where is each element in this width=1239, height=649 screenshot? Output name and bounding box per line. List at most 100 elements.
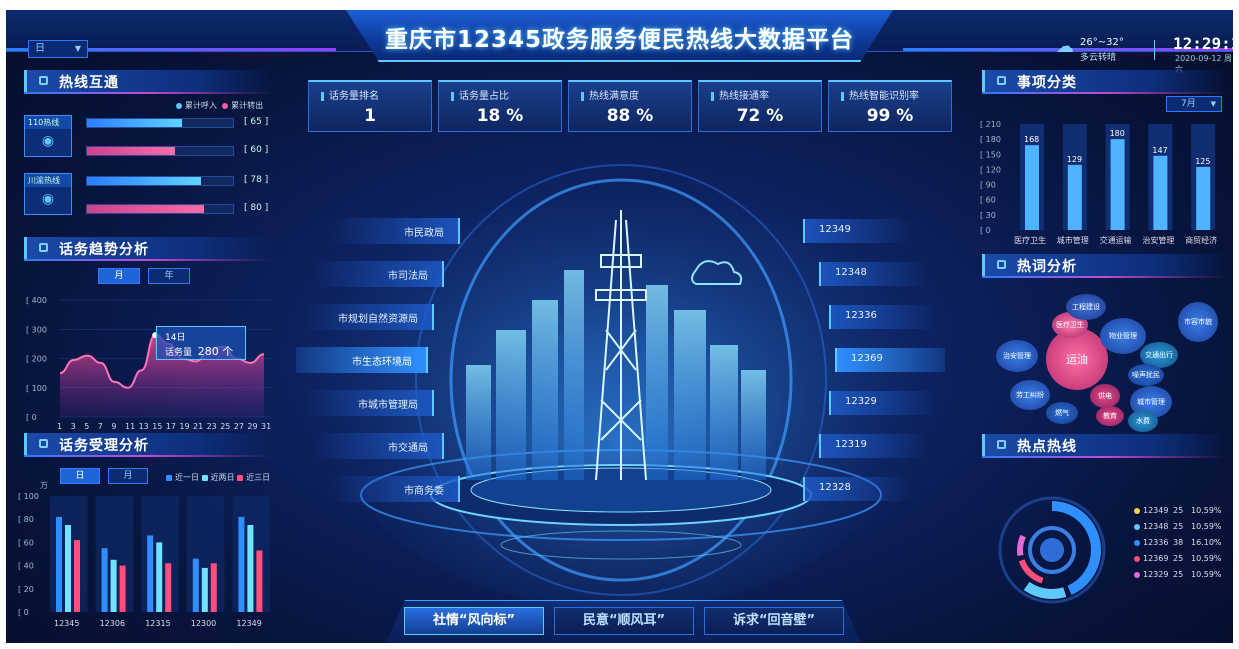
y-tick-label: [ 90 <box>980 181 996 190</box>
tab-social-trend[interactable]: 社情“风向标” <box>404 607 544 635</box>
bar <box>256 550 263 612</box>
tooltip-day: 14日 <box>165 333 186 343</box>
hotline-code-item[interactable]: 12348 <box>819 262 929 286</box>
bar <box>156 542 163 612</box>
x-tick-label: 29 <box>247 422 257 431</box>
bar <box>165 563 172 612</box>
hot-word[interactable]: 物业管理 <box>1100 318 1146 354</box>
list-item[interactable]: 12369 25 10.59% <box>1134 554 1229 570</box>
tab-month[interactable]: 月 <box>108 468 148 484</box>
cloud-sun-icon: ☁ <box>1056 36 1074 57</box>
kpi-label: 话务量排名 <box>309 82 431 102</box>
hot-word[interactable]: 噪声扰民 <box>1128 364 1164 386</box>
section-hot-lines: 热点热线 <box>982 434 1227 456</box>
hotline-code-item[interactable]: 12328 <box>803 477 913 501</box>
dept-item[interactable]: 市规划自然资源局 <box>302 304 434 330</box>
legend-dot-icon <box>1134 571 1140 578</box>
tab-year[interactable]: 年 <box>148 268 190 284</box>
kpi-card[interactable]: 话务量占比 18 % <box>438 80 562 132</box>
hotline-code-item[interactable]: 12329 <box>829 391 939 415</box>
x-tick-label: 15 <box>152 422 162 431</box>
kpi-card[interactable]: 热线接通率 72 % <box>698 80 822 132</box>
bar <box>247 525 254 612</box>
word-cloud: 运油 医疗卫生 物业管理 工程建设 治安管理 交通出行 劳工纠纷 城市管理 市容… <box>982 282 1227 432</box>
section-underline <box>24 92 274 94</box>
legend-item: 近两日 <box>210 473 235 482</box>
hot-line-count: 25 <box>1173 570 1184 579</box>
kpi-value: 1 <box>364 106 376 126</box>
legend-dot-icon <box>166 474 172 481</box>
tab-day[interactable]: 日 <box>60 468 100 484</box>
bar-fill <box>87 177 201 185</box>
hot-word[interactable]: 劳工纠纷 <box>1010 380 1050 410</box>
globe-icon: ◉ <box>41 191 55 207</box>
line-card-chuanyu[interactable]: 川渝热线 ◉ <box>24 173 72 215</box>
list-item[interactable]: 12329 25 10.59% <box>1134 570 1229 586</box>
dept-item[interactable]: 市交通局 <box>312 433 444 459</box>
x-tick-label: 12349 <box>236 619 261 628</box>
hot-word[interactable]: 燃气 <box>1046 402 1078 424</box>
bar <box>192 558 199 612</box>
x-tick-label: 12345 <box>54 619 79 628</box>
bar <box>238 516 245 612</box>
x-tick-label: 25 <box>220 422 230 431</box>
x-tick-label: 21 <box>193 422 203 431</box>
kpi-card[interactable]: 热线满意度 88 % <box>568 80 692 132</box>
hot-word[interactable]: 市容市貌 <box>1178 302 1218 342</box>
day-select-value: 日 <box>35 43 45 54</box>
data-label: 180 <box>1110 129 1125 138</box>
legend-dot-icon <box>222 102 229 109</box>
hot-line-code: 12369 <box>1143 554 1169 563</box>
list-item[interactable]: 12349 25 10.59% <box>1134 506 1229 522</box>
x-tick-label: 9 <box>111 422 116 431</box>
x-tick-label: 7 <box>98 422 103 431</box>
page-title: 重庆市12345政务服务便民热线大数据平台 <box>384 27 855 53</box>
bar <box>65 525 71 612</box>
kpi-card[interactable]: 话务量排名 1 <box>308 80 432 132</box>
hotline-code-item[interactable]: 12336 <box>829 305 939 329</box>
bar-value: [ 80 ] <box>244 203 269 213</box>
hotline-code-item[interactable]: 12349 <box>803 219 913 243</box>
x-tick-label: 31 <box>261 422 271 431</box>
kpi-card[interactable]: 热线智能识别率 99 % <box>828 80 952 132</box>
kpi-label: 话务量占比 <box>439 82 561 102</box>
line-card-110[interactable]: 110热线 ◉ <box>24 115 72 157</box>
dept-item[interactable]: 市民政局 <box>328 218 460 244</box>
hotline-code-item-active[interactable]: 12369 <box>835 348 945 372</box>
temperature: 26°~32° <box>1080 37 1124 48</box>
dashboard-screen: 重庆市12345政务服务便民热线大数据平台 日 ▼ ☁ 26°~32° 多云转晴… <box>6 10 1233 643</box>
tab-public-opinion[interactable]: 民意“顺风耳” <box>554 607 694 635</box>
dept-item-active[interactable]: 市生态环境局 <box>296 347 428 373</box>
hot-lines-donut <box>998 496 1106 604</box>
hotline-code-item[interactable]: 12319 <box>819 434 929 458</box>
section-title: 话务受理分析 <box>59 438 149 454</box>
hot-word[interactable]: 工程建设 <box>1066 294 1106 320</box>
hot-word[interactable]: 运油 <box>1046 328 1108 390</box>
section-trend: 话务趋势分析 <box>24 237 274 259</box>
day-select[interactable]: 日 ▼ <box>28 40 88 58</box>
hot-word[interactable]: 治安管理 <box>996 340 1038 372</box>
hot-word[interactable]: 教育 <box>1096 406 1124 426</box>
list-item[interactable]: 12336 38 16.10% <box>1134 538 1229 554</box>
list-item[interactable]: 12348 25 10.59% <box>1134 522 1229 538</box>
x-tick-label: 治安管理 <box>1142 235 1174 245</box>
dept-item[interactable]: 市城市管理局 <box>302 390 434 416</box>
hot-word[interactable]: 水费 <box>1128 410 1158 432</box>
x-tick-label: 医疗卫生 <box>1014 235 1046 245</box>
dept-item[interactable]: 市商务委 <box>328 476 460 502</box>
dept-item[interactable]: 市司法局 <box>312 261 444 287</box>
hot-line-pct: 10.59% <box>1191 554 1222 563</box>
y-tick-label: [ 0 <box>980 226 991 235</box>
bar <box>210 563 217 612</box>
clock: 12:29:12 <box>1173 34 1233 53</box>
legend-dot-icon <box>1134 523 1140 530</box>
section-title: 事项分类 <box>1017 75 1077 91</box>
section-category: 事项分类 <box>982 70 1227 92</box>
tab-appeal-echo[interactable]: 诉求“回音壁” <box>704 607 844 635</box>
legend-item: 近三日 <box>246 473 271 482</box>
bar-110-out <box>86 146 234 156</box>
hot-word[interactable]: 供电 <box>1090 384 1120 408</box>
y-tick-label: [ 100 <box>26 384 47 393</box>
x-tick-label: 3 <box>71 422 76 431</box>
tab-month[interactable]: 月 <box>98 268 140 284</box>
